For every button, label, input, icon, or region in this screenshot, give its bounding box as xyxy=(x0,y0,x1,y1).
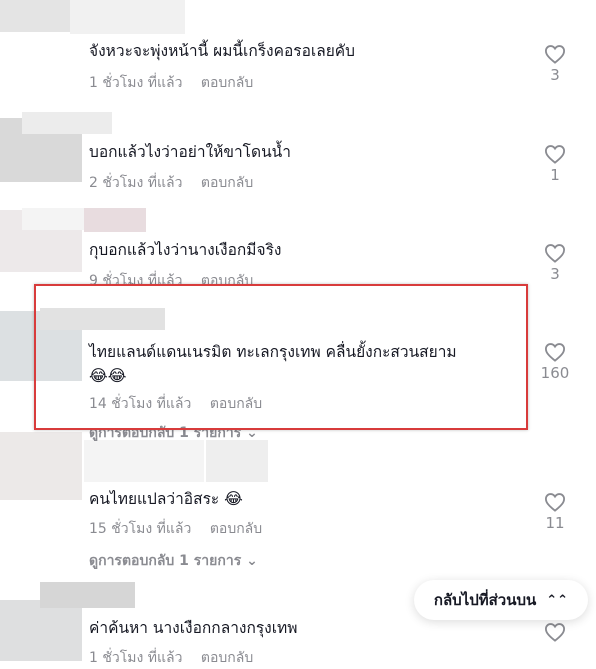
comment-text: บอกแล้วไงว่าอย่าให้ขาโดนน้ำ xyxy=(89,143,291,161)
like-count: 1 xyxy=(550,166,560,184)
comment-text: จังหวะจะพุ่งหน้านี้ ผมนี้เกร็งคอรอเลยคับ xyxy=(89,42,355,60)
like-button[interactable] xyxy=(533,622,577,642)
heart-icon xyxy=(544,45,566,64)
blurred-username xyxy=(84,208,146,232)
comment-meta: 1 ชั่วโมง ที่แล้ว ตอบกลับ xyxy=(89,72,253,94)
chevron-down-icon: ⌄ xyxy=(246,553,258,569)
comment-meta: 2 ชั่วโมง ที่แล้ว ตอบกลับ xyxy=(89,172,253,194)
like-count: 3 xyxy=(550,265,560,283)
blurred-username xyxy=(22,208,84,230)
heart-icon xyxy=(544,623,566,642)
comment-text: กุบอกแล้วไงว่านางเงือกมีจริง xyxy=(89,241,282,259)
comment-body: คนไทยแปลว่าอิสระ xyxy=(89,490,220,508)
like-button[interactable]: 11 xyxy=(533,492,577,532)
comment-meta: 1 ชั่วโมง ที่แล้ว ตอบกลับ xyxy=(89,647,253,669)
like-count: 160 xyxy=(540,364,570,382)
blurred-avatar xyxy=(0,600,82,661)
comment-time: 2 ชั่วโมง ที่แล้ว xyxy=(89,175,183,191)
comment-time: 1 ชั่วโมง ที่แล้ว xyxy=(89,75,183,91)
blurred-avatar xyxy=(0,0,70,32)
like-count: 3 xyxy=(550,66,560,84)
highlight-box xyxy=(34,284,528,430)
comment-time: 15 ชั่วโมง ที่แล้ว xyxy=(89,521,192,537)
heart-icon xyxy=(544,244,566,263)
reply-button[interactable]: ตอบกลับ xyxy=(210,521,262,537)
reply-button[interactable]: ตอบกลับ xyxy=(201,650,253,666)
like-button[interactable]: 1 xyxy=(533,144,577,184)
blurred-username xyxy=(206,440,268,482)
double-chevron-up-icon: ⌃⌃ xyxy=(546,592,569,608)
like-button[interactable]: 3 xyxy=(533,243,577,283)
laughing-emoji: 😂 xyxy=(224,489,243,508)
blurred-username xyxy=(22,112,112,134)
view-replies-button[interactable]: ดูการตอบกลับ 1 รายการ ⌄ xyxy=(89,550,258,572)
heart-icon xyxy=(544,343,566,362)
heart-icon xyxy=(544,493,566,512)
comment-meta: 15 ชั่วโมง ที่แล้ว ตอบกลับ xyxy=(89,518,262,540)
like-count: 11 xyxy=(545,514,565,532)
view-replies-label: ดูการตอบกลับ 1 รายการ xyxy=(89,553,242,569)
reply-button[interactable]: ตอบกลับ xyxy=(201,175,253,191)
blurred-avatar xyxy=(0,432,82,500)
back-to-top-label: กลับไปที่ส่วนบน xyxy=(433,591,537,609)
comment-text: คนไทยแปลว่าอิสระ 😂 xyxy=(89,487,519,511)
like-button[interactable]: 3 xyxy=(533,44,577,84)
comment-text: ค่าค้นหา นางเงือกกลางกรุงเทพ xyxy=(89,619,298,637)
blurred-username xyxy=(70,0,185,34)
heart-icon xyxy=(544,145,566,164)
like-button[interactable]: 160 xyxy=(533,342,577,382)
blurred-username xyxy=(40,582,135,608)
reply-button[interactable]: ตอบกลับ xyxy=(201,75,253,91)
comment-time: 1 ชั่วโมง ที่แล้ว xyxy=(89,650,183,666)
back-to-top-button[interactable]: กลับไปที่ส่วนบน ⌃⌃ xyxy=(414,580,588,620)
blurred-username xyxy=(84,440,204,482)
